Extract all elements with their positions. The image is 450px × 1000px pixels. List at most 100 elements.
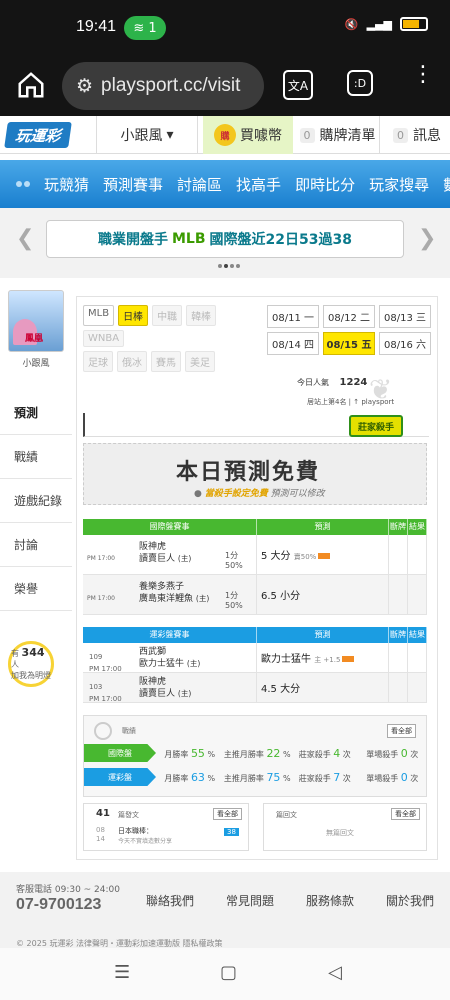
date-tab[interactable]: 08/16 六	[379, 332, 431, 355]
profile-tab-discussion[interactable]: 討論	[0, 523, 72, 567]
league-tab[interactable]: WNBA	[83, 330, 125, 347]
post-title[interactable]: 日本職棒：	[118, 826, 153, 836]
lightbulb-follow-button[interactable]: 有 344 人 加我為明燈	[8, 641, 54, 687]
league-tab[interactable]: 美足	[185, 351, 215, 372]
address-bar[interactable]: ⚙ playsport.cc/visit	[62, 62, 264, 110]
teams: 阪神虎 讀賣巨人 (主)	[139, 542, 192, 564]
replies-box: 篇回文 看全部 無篇回文	[263, 803, 427, 851]
table-row[interactable]: 103 PM 17:00 阪神虎 讀賣巨人 (主) 4.5 大分	[83, 673, 427, 703]
translate-icon[interactable]: 文A	[283, 70, 313, 100]
league-tab[interactable]: 足球	[83, 351, 113, 372]
record-row-label: 運彩盤	[84, 768, 156, 786]
chevron-right-icon[interactable]: ❯	[418, 226, 436, 251]
league-tab[interactable]: 日棒	[118, 305, 149, 326]
line: 1分 50%	[225, 591, 243, 610]
home-icon[interactable]	[16, 70, 46, 100]
banner-suffix: 國際盤近22日53過38	[209, 232, 352, 248]
back-icon[interactable]: ◁	[328, 962, 342, 983]
buy-coin-button[interactable]: 購 買噱幣	[203, 116, 293, 154]
record-row: 國際盤 月勝率 55 % 主推月勝率 22 % 莊家殺手 4 次 單場殺手 0 次	[84, 744, 426, 762]
date-selector: 08/11 一 08/12 二 08/13 三 08/14 四 08/15 五 08/16…	[267, 305, 431, 355]
banner-highlight: MLB	[172, 231, 206, 247]
intl-odds-table: 國際盤賽事 預測 斷牌 結果 PM 17:00 阪神虎 讀賣巨人 (主) 1分 50% 5…	[83, 519, 427, 615]
banner-prefix: 職業開盤手	[98, 232, 168, 248]
league-tab[interactable]: 賽馬	[151, 351, 181, 372]
league-filter: MLB 日棒 中職 韓棒 WNBA 足球 俄冰 賽馬 美足	[83, 305, 265, 376]
system-icons: 🔇 ▂▄▆	[345, 17, 428, 31]
status-bar: 19:41 ≋ 1 🔇 ▂▄▆	[0, 0, 450, 56]
post-date: 08 14	[96, 826, 105, 843]
record-stat: 單場殺手 0 次	[366, 770, 419, 784]
free-prediction-banner: 本日預測免費 ● 當殺手設定免費 預測可以修改	[83, 443, 427, 505]
menu-item[interactable]: 即時比分	[295, 174, 355, 195]
site-logo[interactable]: 玩運彩	[4, 122, 72, 148]
posts-label: 篇發文	[118, 811, 139, 819]
record-view-all-button[interactable]: 看全部	[387, 724, 416, 738]
home-nav-icon[interactable]: ▢	[220, 962, 237, 983]
menu-item[interactable]: 找高手	[236, 174, 281, 195]
game-time: PM 17:00	[87, 595, 115, 602]
footer-link-terms[interactable]: 服務條款	[306, 892, 354, 909]
date-tab[interactable]: 08/11 一	[267, 305, 319, 328]
teams: 阪神虎 讀賣巨人 (主)	[139, 677, 192, 699]
menu-item[interactable]: 預測賽事	[103, 174, 163, 195]
replies-view-all-button[interactable]: 看全部	[391, 808, 420, 820]
record-summary: 戰績 看全部 國際盤 月勝率 55 % 主推月勝率 22 % 莊家殺手 4 次單場殺手…	[83, 715, 427, 797]
teams: 養樂多燕子 廣島東洋鯉魚 (主)	[139, 582, 210, 604]
league-tab[interactable]: 俄冰	[117, 351, 147, 372]
cart-button[interactable]: 0 購牌清單	[296, 116, 380, 154]
record-stat: 月勝率 55 %	[164, 746, 216, 760]
league-tab[interactable]: MLB	[83, 305, 115, 326]
posts-view-all-button[interactable]: 看全部	[213, 808, 242, 820]
butterfly-icon: ❦	[369, 373, 393, 406]
profile-username: 小跟風	[22, 359, 50, 369]
table-row[interactable]: PM 17:00 阪神虎 讀賣巨人 (主) 1分 50% 5 大分 賣50%	[83, 535, 427, 575]
message-button[interactable]: 0 訊息	[384, 116, 450, 154]
date-tab[interactable]: 08/13 三	[379, 305, 431, 328]
news-banner[interactable]: 職業開盤手 MLB 國際盤近22日53過38	[46, 220, 404, 258]
battery-icon	[400, 17, 428, 31]
table-row[interactable]: PM 17:00 養樂多燕子 廣島東洋鯉魚 (主) 1分 50% 6.5 小分	[83, 575, 427, 615]
prediction-panel: MLB 日棒 中職 韓棒 WNBA 足球 俄冰 賽馬 美足 08/11 一 08/12 二 08…	[76, 296, 438, 860]
pick: 5 大分 賣50%	[261, 547, 331, 562]
footer-link-about[interactable]: 關於我們	[386, 892, 434, 909]
replies-empty: 無篇回文	[326, 829, 354, 837]
site-settings-icon[interactable]: ⚙	[76, 75, 93, 98]
league-tab[interactable]: 中職	[152, 305, 183, 326]
hot-icon	[318, 553, 331, 559]
dealer-killer-badge: 莊家殺手	[349, 415, 403, 437]
menu-item[interactable]: 玩競猜	[44, 174, 89, 195]
overflow-menu-icon[interactable]: ⋮	[412, 64, 434, 86]
hotspot-pill[interactable]: ≋ 1	[124, 16, 166, 40]
cart-label: 購牌清單	[319, 128, 376, 144]
record-stat: 月勝率 63 %	[164, 770, 216, 784]
profile-tab-game-log[interactable]: 遊戲紀錄	[0, 479, 72, 523]
profile-tab-honor[interactable]: 榮譽	[0, 567, 72, 611]
line: 1分 50%	[225, 551, 243, 570]
footer-link-faq[interactable]: 常見問題	[226, 892, 274, 909]
date-tab[interactable]: 08/14 四	[267, 332, 319, 355]
date-tab[interactable]: 08/15 五	[323, 332, 375, 355]
table-row[interactable]: 109 PM 17:00 西武獅 歐力士猛牛 (主) 歐力士猛牛 主 +1.5	[83, 643, 427, 673]
free-note: ● 當殺手設定免費 預測可以修改	[194, 489, 325, 499]
menu-item[interactable]: 數據	[443, 174, 450, 195]
chevron-left-icon[interactable]: ❮	[16, 226, 34, 251]
cart-count: 0	[299, 127, 315, 143]
profile-tab-record[interactable]: 戰績	[0, 435, 72, 479]
date-tab[interactable]: 08/12 二	[323, 305, 375, 328]
tabs-button[interactable]: :D	[347, 70, 373, 96]
caret-down-icon: ▾	[166, 127, 174, 143]
table-header: 運彩盤賽事 預測 斷牌 結果	[83, 627, 427, 643]
footer-link-contact[interactable]: 聯絡我們	[146, 892, 194, 909]
menu-item[interactable]: 討論區	[177, 174, 222, 195]
main-menu: 玩競猜 預測賽事 討論區 找高手 即時比分 玩家搜尋 數據	[0, 160, 450, 208]
profile-tab-prediction[interactable]: 預測	[0, 391, 72, 435]
posts-count: 41	[96, 808, 110, 819]
user-dropdown[interactable]: 小跟風 ▾	[96, 116, 198, 154]
menu-item[interactable]: 玩家搜尋	[369, 174, 429, 195]
service-hours: 客服電話 09:30 ~ 24:00	[16, 885, 120, 895]
league-tab[interactable]: 韓棒	[186, 305, 217, 326]
avatar[interactable]: 鳳凰	[8, 290, 64, 352]
recents-icon[interactable]: ☰	[114, 962, 130, 983]
service-phone[interactable]: 07-9700123	[16, 896, 101, 914]
